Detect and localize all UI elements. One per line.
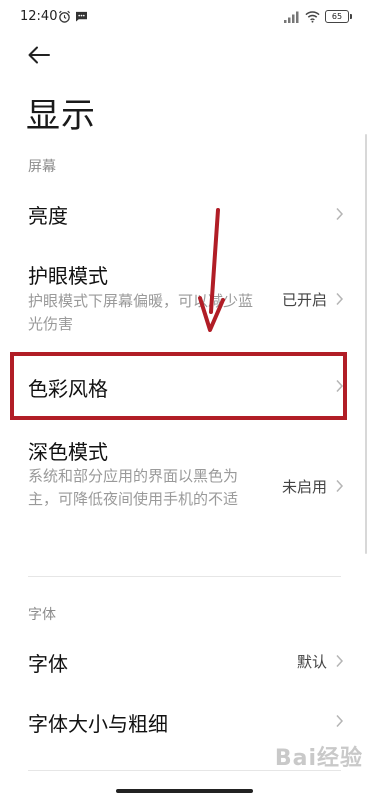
- setting-item-dark-mode[interactable]: 深色模式 系统和部分应用的界面以黑色为主，可降低夜间使用手机的不适 未启用: [0, 430, 369, 548]
- setting-item-value: 已开启: [281, 291, 327, 309]
- setting-item-title: 深色模式: [28, 440, 108, 464]
- section-divider: [28, 576, 341, 577]
- setting-item-brightness[interactable]: 亮度: [0, 190, 369, 238]
- battery-indicator: 65: [325, 10, 352, 23]
- signal-icon: [284, 11, 299, 23]
- section-label-screen: 屏幕: [28, 159, 56, 175]
- setting-item-title: 护眼模式: [28, 264, 108, 288]
- home-indicator[interactable]: [116, 789, 253, 793]
- highlight-box: [10, 352, 347, 420]
- page-title: 显示: [26, 96, 96, 136]
- wifi-icon: [305, 11, 320, 23]
- setting-item-description: 系统和部分应用的界面以黑色为主，可降低夜间使用手机的不适: [28, 467, 239, 508]
- chevron-right-icon: [336, 292, 344, 306]
- chevron-right-icon: [336, 207, 344, 221]
- setting-item-font[interactable]: 字体 默认: [0, 636, 369, 686]
- annotation-arrow-down-icon: [198, 208, 225, 332]
- watermark: Bai经验: [274, 746, 363, 771]
- status-bar: 12:40 65: [0, 0, 369, 34]
- setting-item-eye-care[interactable]: 护眼模式 护眼模式下屏幕偏暖，可以减少蓝光伤害 已开启: [0, 252, 369, 342]
- chevron-right-icon: [336, 714, 344, 728]
- setting-item-font-size-weight[interactable]: 字体大小与粗细: [0, 696, 369, 746]
- status-time: 12:40: [20, 9, 58, 24]
- setting-item-title: 字体大小与粗细: [28, 712, 168, 736]
- setting-item-title: 字体: [28, 652, 68, 676]
- section-label-font: 字体: [28, 607, 56, 623]
- back-arrow-icon[interactable]: [27, 45, 51, 65]
- setting-item-value: 默认: [296, 653, 327, 671]
- setting-item-title: 亮度: [28, 204, 68, 228]
- scrollbar[interactable]: [365, 134, 367, 554]
- message-icon: [76, 11, 87, 22]
- chevron-right-icon: [336, 479, 344, 493]
- chevron-right-icon: [336, 654, 344, 668]
- alarm-icon: [59, 10, 70, 23]
- setting-item-value: 未启用: [281, 478, 327, 496]
